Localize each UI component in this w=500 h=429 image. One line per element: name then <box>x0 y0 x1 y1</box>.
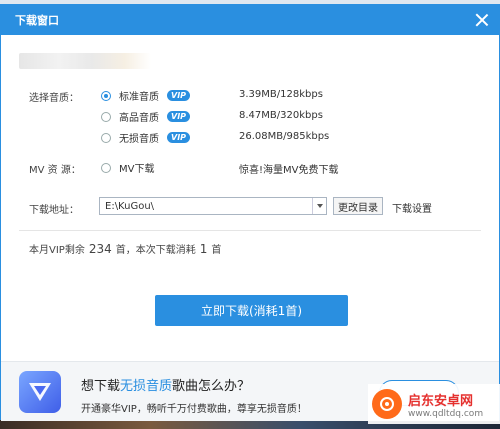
chevron-down-icon[interactable] <box>312 198 326 214</box>
watermark-name: 启东安卓网 <box>408 393 474 409</box>
vip-badge: VIP <box>167 111 191 122</box>
change-directory-button[interactable]: 更改目录 <box>333 197 383 215</box>
promo-title-post: 歌曲怎么办？ <box>172 379 251 394</box>
divider <box>19 230 481 231</box>
quality-option-high[interactable]: 高品音质 VIP <box>101 109 191 124</box>
radio-high[interactable] <box>101 111 111 122</box>
promo-title-pre: 想下载 <box>81 379 121 394</box>
mv-note[interactable]: 惊喜!海量MV免费下载 <box>239 161 338 176</box>
quality-name: 高品音质 <box>119 113 159 124</box>
promo-subtitle: 开通豪华VIP，畅听千万付费歌曲，尊享无损音质！ <box>81 404 307 415</box>
song-name-blurred <box>19 53 151 69</box>
path-value: E:\KuGou\ <box>105 200 155 212</box>
quality-name: 无损音质 <box>119 134 159 145</box>
vip-quota-prefix: 本月VIP剩余 <box>29 245 85 256</box>
title-bar: 下载窗口 <box>1 5 499 35</box>
vip-badge: VIP <box>167 132 191 143</box>
vip-quota-cost: 1 <box>199 242 208 256</box>
mv-label: MV 资 源： <box>29 165 81 176</box>
quality-label: 选择音质： <box>29 93 79 104</box>
download-dialog: 下载窗口 选择音质： 标准音质 VIP 3.39MB/128kbps 高品音质 … <box>0 4 500 421</box>
dialog-title: 下载窗口 <box>15 14 59 27</box>
promo-title-highlight: 无损音质 <box>120 379 173 394</box>
path-select[interactable]: E:\KuGou\ <box>99 197 327 215</box>
path-label: 下载地址： <box>29 205 79 216</box>
vip-logo-icon <box>19 371 61 413</box>
mv-option-label: MV下载 <box>119 164 155 175</box>
radio-lossless[interactable] <box>101 132 111 143</box>
radio-standard[interactable] <box>101 90 111 101</box>
quality-option-standard[interactable]: 标准音质 VIP <box>101 88 191 103</box>
vip-quota: 本月VIP剩余 234 首，本次下载消耗 1 首 <box>29 241 221 256</box>
watermark-logo-icon <box>372 389 402 419</box>
quality-size: 3.39MB/128kbps <box>239 89 323 100</box>
vip-badge: VIP <box>167 90 191 101</box>
quality-size: 26.08MB/985kbps <box>239 131 330 142</box>
vip-quota-remaining: 234 <box>88 242 112 256</box>
vip-quota-mid: 首，本次下载消耗 <box>115 245 196 256</box>
mv-option[interactable]: MV下载 <box>101 160 154 175</box>
download-now-button[interactable]: 立即下载(消耗1首) <box>155 295 348 326</box>
close-icon[interactable] <box>475 13 489 27</box>
download-settings-link[interactable]: 下载设置 <box>392 200 432 215</box>
watermark: 启东安卓网 www.qdltdq.com <box>368 384 500 424</box>
promo-title: 想下载无损音质歌曲怎么办？ <box>81 375 250 394</box>
quality-name: 标准音质 <box>119 92 159 103</box>
vip-quota-suffix: 首 <box>211 245 222 256</box>
quality-size: 8.47MB/320kbps <box>239 110 323 121</box>
watermark-url: www.qdltdq.com <box>408 408 484 419</box>
radio-mv[interactable] <box>101 162 111 173</box>
quality-option-lossless[interactable]: 无损音质 VIP <box>101 130 191 145</box>
